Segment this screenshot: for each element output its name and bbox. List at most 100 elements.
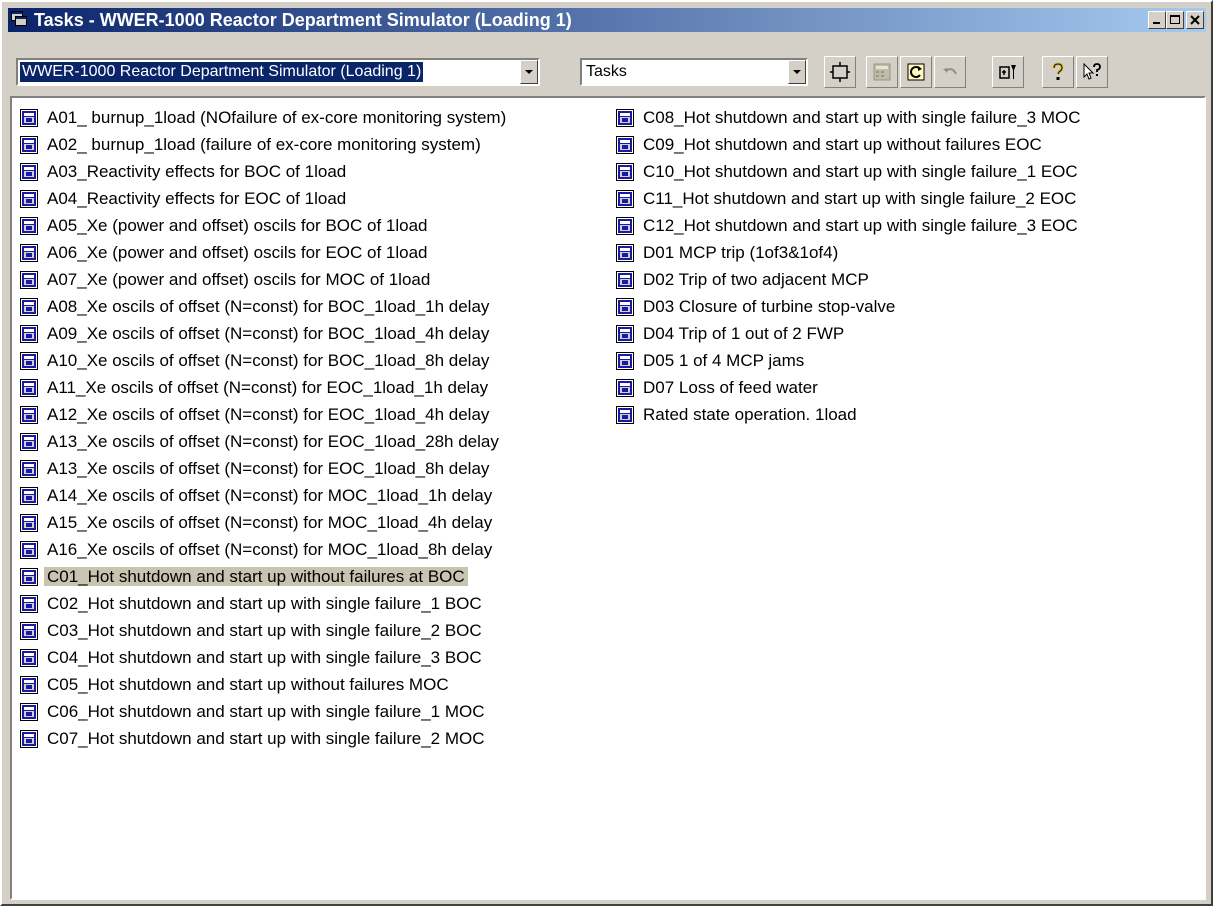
task-list-item-label: C05_Hot shutdown and start up without fa… [47,675,449,694]
task-list-item[interactable]: D02 Trip of two adjacent MCP [612,266,1084,293]
app-window-icon[interactable] [11,11,27,27]
maximize-icon [1170,15,1180,24]
task-list-item[interactable]: A13_Xe oscils of offset (N=const) for EO… [16,428,509,455]
task-list-item-label: C12_Hot shutdown and start up with singl… [643,216,1078,235]
mode-select[interactable]: Tasks [580,58,808,86]
task-list-item[interactable]: C11_Hot shutdown and start up with singl… [612,185,1084,212]
task-list-item[interactable]: D01 MCP trip (1of3&1of4) [612,239,1084,266]
calculator-icon [873,63,891,81]
task-list-item[interactable]: D04 Trip of 1 out of 2 FWP [612,320,1084,347]
task-item-icon [20,622,38,640]
task-list-item[interactable]: Rated state operation. 1load [612,401,1084,428]
task-list-item-label: A10_Xe oscils of offset (N=const) for BO… [47,351,490,370]
task-list-item-label: A13_Xe oscils of offset (N=const) for EO… [47,459,490,478]
task-list-item[interactable]: A13_Xe oscils of offset (N=const) for EO… [16,455,509,482]
task-list-item[interactable]: A04_Reactivity effects for EOC of 1load [16,185,509,212]
task-list-item-label: A02_ burnup_1load (failure of ex-core mo… [47,135,481,154]
task-item-icon [20,379,38,397]
task-list-item[interactable]: C07_Hot shutdown and start up with singl… [16,725,509,752]
task-list-item-label: D02 Trip of two adjacent MCP [643,270,869,289]
close-icon [1190,15,1200,25]
context-help-icon [1083,62,1101,80]
task-list-item[interactable]: A12_Xe oscils of offset (N=const) for EO… [16,401,509,428]
task-list-item[interactable]: D07 Loss of feed water [612,374,1084,401]
task-list-item-label: A13_Xe oscils of offset (N=const) for EO… [47,432,499,451]
task-list-item[interactable]: A07_Xe (power and offset) oscils for MOC… [16,266,509,293]
task-list-item[interactable]: C01_Hot shutdown and start up without fa… [16,563,509,590]
task-list-item[interactable]: A14_Xe oscils of offset (N=const) for MO… [16,482,509,509]
close-button[interactable] [1186,11,1204,29]
task-item-icon [20,298,38,316]
task-list-item[interactable]: C05_Hot shutdown and start up without fa… [16,671,509,698]
title-bar[interactable]: Tasks - WWER-1000 Reactor Department Sim… [8,8,1206,32]
simulator-select[interactable]: WWER-1000 Reactor Department Simulator (… [16,58,540,86]
task-list-item-label: C04_Hot shutdown and start up with singl… [47,648,482,667]
task-list-item[interactable]: D05 1 of 4 MCP jams [612,347,1084,374]
task-list-item[interactable]: D03 Closure of turbine stop-valve [612,293,1084,320]
task-list-item[interactable]: C09_Hot shutdown and start up without fa… [612,131,1084,158]
task-list-item-label: C09_Hot shutdown and start up without fa… [643,135,1042,154]
help-icon [1052,62,1064,80]
mode-select-value: Tasks [586,63,627,80]
task-list-item-label: C01_Hot shutdown and start up without fa… [44,567,468,586]
task-list-item[interactable]: A05_Xe (power and offset) oscils for BOC… [16,212,509,239]
context-help-button[interactable] [1076,56,1108,88]
task-list-item[interactable]: A08_Xe oscils of offset (N=const) for BO… [16,293,509,320]
maximize-button[interactable] [1166,11,1184,29]
task-column-2: C08_Hot shutdown and start up with singl… [612,104,1084,428]
main-window: Tasks - WWER-1000 Reactor Department Sim… [0,0,1213,906]
undo-button[interactable] [934,56,966,88]
minimize-icon [1153,22,1160,24]
task-item-icon [20,595,38,613]
task-list-item-label: A04_Reactivity effects for EOC of 1load [47,189,347,208]
refresh-button[interactable] [900,56,932,88]
task-list-item[interactable]: C03_Hot shutdown and start up with singl… [16,617,509,644]
task-list-item[interactable]: A02_ burnup_1load (failure of ex-core mo… [16,131,509,158]
task-list-item[interactable]: A06_Xe (power and offset) oscils for EOC… [16,239,509,266]
minimize-button[interactable] [1148,11,1166,29]
task-list-item[interactable]: C10_Hot shutdown and start up with singl… [612,158,1084,185]
window-title: Tasks - WWER-1000 Reactor Department Sim… [34,10,572,30]
task-column-1: A01_ burnup_1load (NOfailure of ex-core … [16,104,509,752]
task-item-icon [20,406,38,424]
task-list-item[interactable]: C08_Hot shutdown and start up with singl… [612,104,1084,131]
calculator-button[interactable] [866,56,898,88]
task-list[interactable]: A01_ burnup_1load (NOfailure of ex-core … [10,96,1206,900]
fit-frame-icon [830,62,850,82]
fit-frame-button[interactable] [824,56,856,88]
task-item-icon [20,541,38,559]
task-list-item-label: D03 Closure of turbine stop-valve [643,297,896,316]
task-list-item-label: C11_Hot shutdown and start up with singl… [643,189,1077,208]
task-item-icon [20,109,38,127]
task-list-item[interactable]: C04_Hot shutdown and start up with singl… [16,644,509,671]
task-list-item-label: C10_Hot shutdown and start up with singl… [643,162,1078,181]
mode-select-dropdown-button[interactable] [788,60,806,84]
task-list-item[interactable]: A09_Xe oscils of offset (N=const) for BO… [16,320,509,347]
task-list-item[interactable]: A10_Xe oscils of offset (N=const) for BO… [16,347,509,374]
task-list-item-label: A12_Xe oscils of offset (N=const) for EO… [47,405,490,424]
help-button[interactable] [1042,56,1074,88]
task-list-item[interactable]: A16_Xe oscils of offset (N=const) for MO… [16,536,509,563]
task-list-item-label: A03_Reactivity effects for BOC of 1load [47,162,347,181]
task-item-icon [20,217,38,235]
task-list-item[interactable]: A11_Xe oscils of offset (N=const) for EO… [16,374,509,401]
tools-icon [999,65,1016,79]
task-list-item-label: C07_Hot shutdown and start up with singl… [47,729,485,748]
task-list-item[interactable]: A03_Reactivity effects for BOC of 1load [16,158,509,185]
simulator-select-dropdown-button[interactable] [520,60,538,84]
task-list-item[interactable]: C06_Hot shutdown and start up with singl… [16,698,509,725]
tools-button[interactable] [992,56,1024,88]
task-list-item[interactable]: A15_Xe oscils of offset (N=const) for MO… [16,509,509,536]
task-item-icon [20,568,38,586]
task-item-icon [616,190,634,208]
task-list-item-label: C02_Hot shutdown and start up with singl… [47,594,482,613]
task-item-icon [20,514,38,532]
task-list-item[interactable]: C02_Hot shutdown and start up with singl… [16,590,509,617]
refresh-icon [907,63,925,81]
task-list-item[interactable]: C12_Hot shutdown and start up with singl… [612,212,1084,239]
simulator-select-value: WWER-1000 Reactor Department Simulator (… [20,62,424,82]
task-list-item-label: A05_Xe (power and offset) oscils for BOC… [47,216,428,235]
task-list-item-label: A06_Xe (power and offset) oscils for EOC… [47,243,428,262]
task-item-icon [616,406,634,424]
task-list-item[interactable]: A01_ burnup_1load (NOfailure of ex-core … [16,104,509,131]
